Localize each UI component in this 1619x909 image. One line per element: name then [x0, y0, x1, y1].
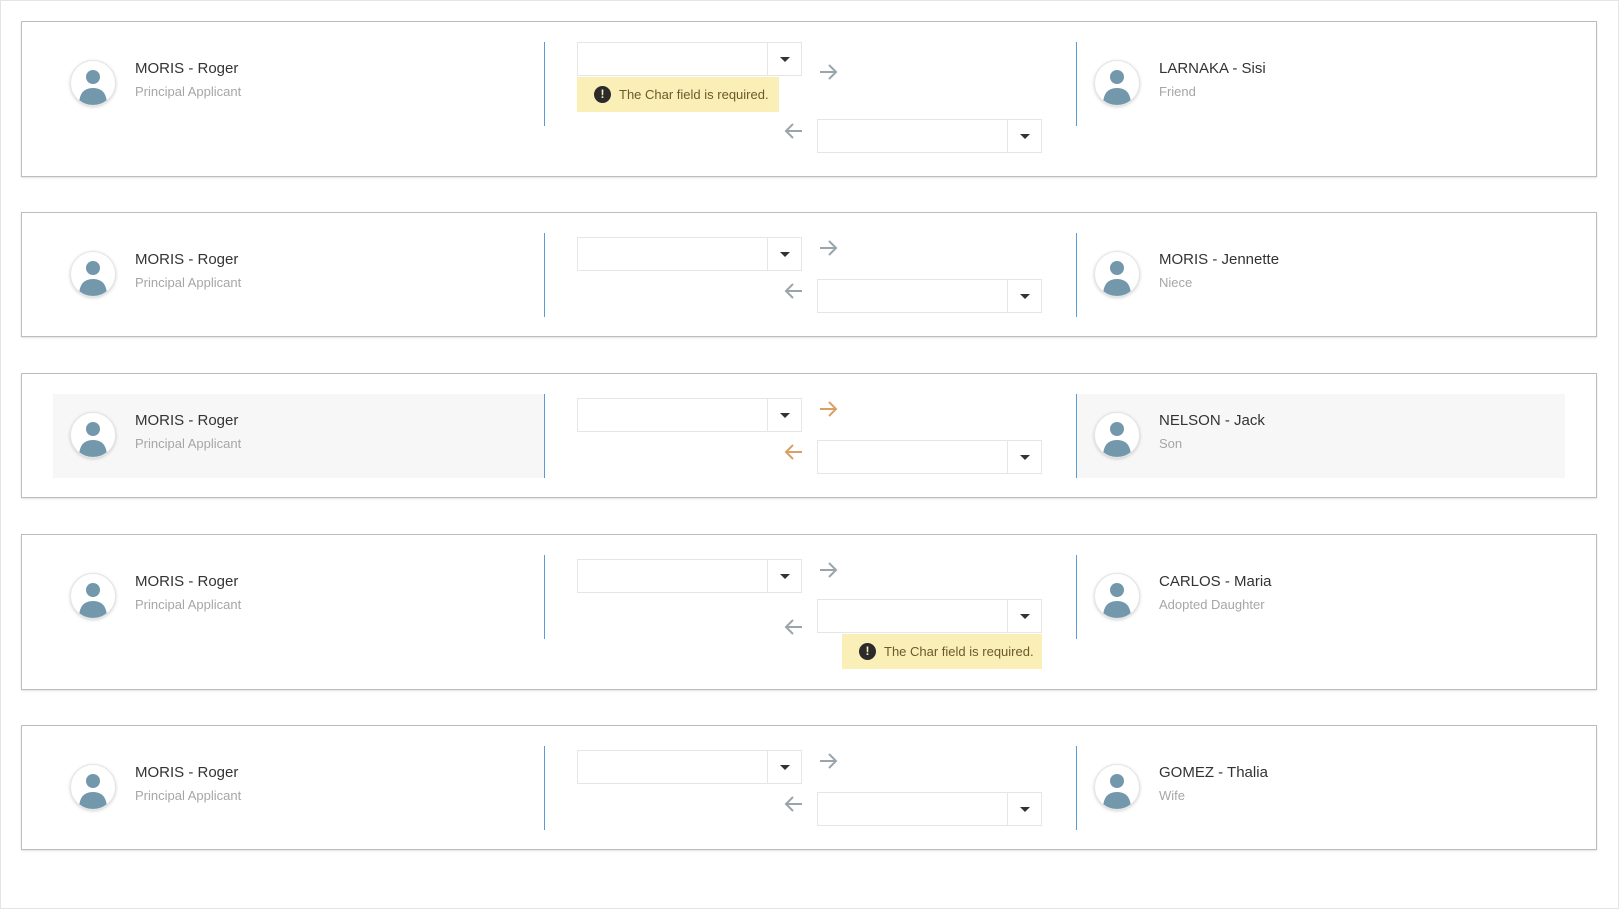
relationship-card: MORIS - Roger Principal Applicant ! The C…	[21, 534, 1597, 690]
row-highlight-left	[53, 394, 544, 478]
chevron-down-icon[interactable]	[767, 560, 801, 592]
user-icon	[79, 774, 107, 809]
relationship-card: MORIS - Roger Principal Applicant ! The C…	[21, 21, 1597, 177]
person-role: Principal Applicant	[135, 436, 242, 451]
row-highlight-right	[1077, 394, 1565, 478]
chevron-down-icon[interactable]	[1007, 600, 1041, 632]
forward-relationship-select[interactable]	[577, 750, 802, 784]
person-role: Friend	[1159, 84, 1196, 99]
person-name: GOMEZ - Thalia	[1159, 764, 1268, 781]
divider	[544, 42, 545, 126]
person-name: MORIS - Roger	[135, 764, 239, 781]
forward-relationship-select[interactable]	[577, 237, 802, 271]
person-role: Principal Applicant	[135, 788, 242, 803]
chevron-down-icon[interactable]	[767, 238, 801, 270]
alert-icon: !	[594, 86, 611, 103]
user-icon	[79, 70, 107, 105]
person-name: NELSON - Jack	[1159, 412, 1265, 429]
person-role: Adopted Daughter	[1159, 597, 1265, 612]
chevron-down-icon[interactable]	[1007, 441, 1041, 473]
backward-relationship-select[interactable]	[817, 440, 1042, 474]
chevron-down-icon[interactable]	[1007, 280, 1041, 312]
chevron-down-icon[interactable]	[767, 399, 801, 431]
divider	[1076, 555, 1077, 639]
divider	[1076, 233, 1077, 317]
user-icon	[79, 261, 107, 296]
avatar	[70, 764, 116, 810]
forward-error-message: ! The Char field is required.	[577, 77, 779, 112]
forward-relationship-select[interactable]	[577, 398, 802, 432]
user-icon	[79, 422, 107, 457]
person-role: Son	[1159, 436, 1183, 451]
error-text: The Char field is required.	[619, 87, 769, 102]
person-role: Principal Applicant	[135, 275, 242, 290]
error-text: The Char field is required.	[884, 644, 1034, 659]
user-icon	[1103, 422, 1131, 457]
person-name: MORIS - Roger	[135, 412, 239, 429]
divider	[1076, 42, 1077, 126]
divider	[544, 746, 545, 830]
avatar	[70, 573, 116, 619]
avatar	[1094, 251, 1140, 297]
chevron-down-icon[interactable]	[1007, 120, 1041, 152]
person-role: Wife	[1159, 788, 1185, 803]
divider	[544, 394, 545, 478]
person-role: Principal Applicant	[135, 84, 242, 99]
arrow-right-icon[interactable]	[818, 62, 840, 82]
avatar	[1094, 60, 1140, 106]
chevron-down-icon[interactable]	[767, 751, 801, 783]
user-icon	[1103, 261, 1131, 296]
chevron-down-icon[interactable]	[1007, 793, 1041, 825]
arrow-left-icon[interactable]	[782, 281, 804, 301]
person-name: MORIS - Roger	[135, 60, 239, 77]
avatar	[70, 60, 116, 106]
backward-relationship-select[interactable]	[817, 792, 1042, 826]
person-name: CARLOS - Maria	[1159, 573, 1272, 590]
divider	[1076, 394, 1077, 478]
avatar	[1094, 573, 1140, 619]
arrow-left-icon[interactable]	[782, 794, 804, 814]
chevron-down-icon[interactable]	[767, 43, 801, 75]
user-icon	[79, 583, 107, 618]
person-role: Niece	[1159, 275, 1193, 290]
person-name: MORIS - Jennette	[1159, 251, 1280, 268]
backward-relationship-select[interactable]	[817, 119, 1042, 153]
person-name: MORIS - Roger	[135, 573, 239, 590]
arrow-right-icon[interactable]	[818, 751, 840, 771]
backward-relationship-select[interactable]	[817, 279, 1042, 313]
divider	[544, 555, 545, 639]
avatar	[1094, 764, 1140, 810]
user-icon	[1103, 70, 1131, 105]
forward-relationship-select[interactable]	[577, 42, 802, 76]
relationship-card: MORIS - Roger Principal Applicant GOMEZ …	[21, 725, 1597, 850]
arrow-right-icon[interactable]	[818, 238, 840, 258]
person-role: Principal Applicant	[135, 597, 242, 612]
arrow-left-icon[interactable]	[782, 617, 804, 637]
arrow-right-icon[interactable]	[818, 560, 840, 580]
avatar	[70, 412, 116, 458]
divider	[544, 233, 545, 317]
relationship-card: MORIS - Roger Principal Applicant NELSON…	[21, 373, 1597, 498]
backward-relationship-select[interactable]	[817, 599, 1042, 633]
divider	[1076, 746, 1077, 830]
arrow-left-icon[interactable]	[782, 121, 804, 141]
person-name: LARNAKA - Sisi	[1159, 60, 1266, 77]
person-name: MORIS - Roger	[135, 251, 239, 268]
avatar	[70, 251, 116, 297]
arrow-right-icon[interactable]	[818, 399, 840, 419]
user-icon	[1103, 583, 1131, 618]
relationship-card: MORIS - Roger Principal Applicant MORIS …	[21, 212, 1597, 337]
backward-error-message: ! The Char field is required.	[842, 634, 1042, 669]
alert-icon: !	[859, 643, 876, 660]
forward-relationship-select[interactable]	[577, 559, 802, 593]
avatar	[1094, 412, 1140, 458]
arrow-left-icon[interactable]	[782, 442, 804, 462]
user-icon	[1103, 774, 1131, 809]
